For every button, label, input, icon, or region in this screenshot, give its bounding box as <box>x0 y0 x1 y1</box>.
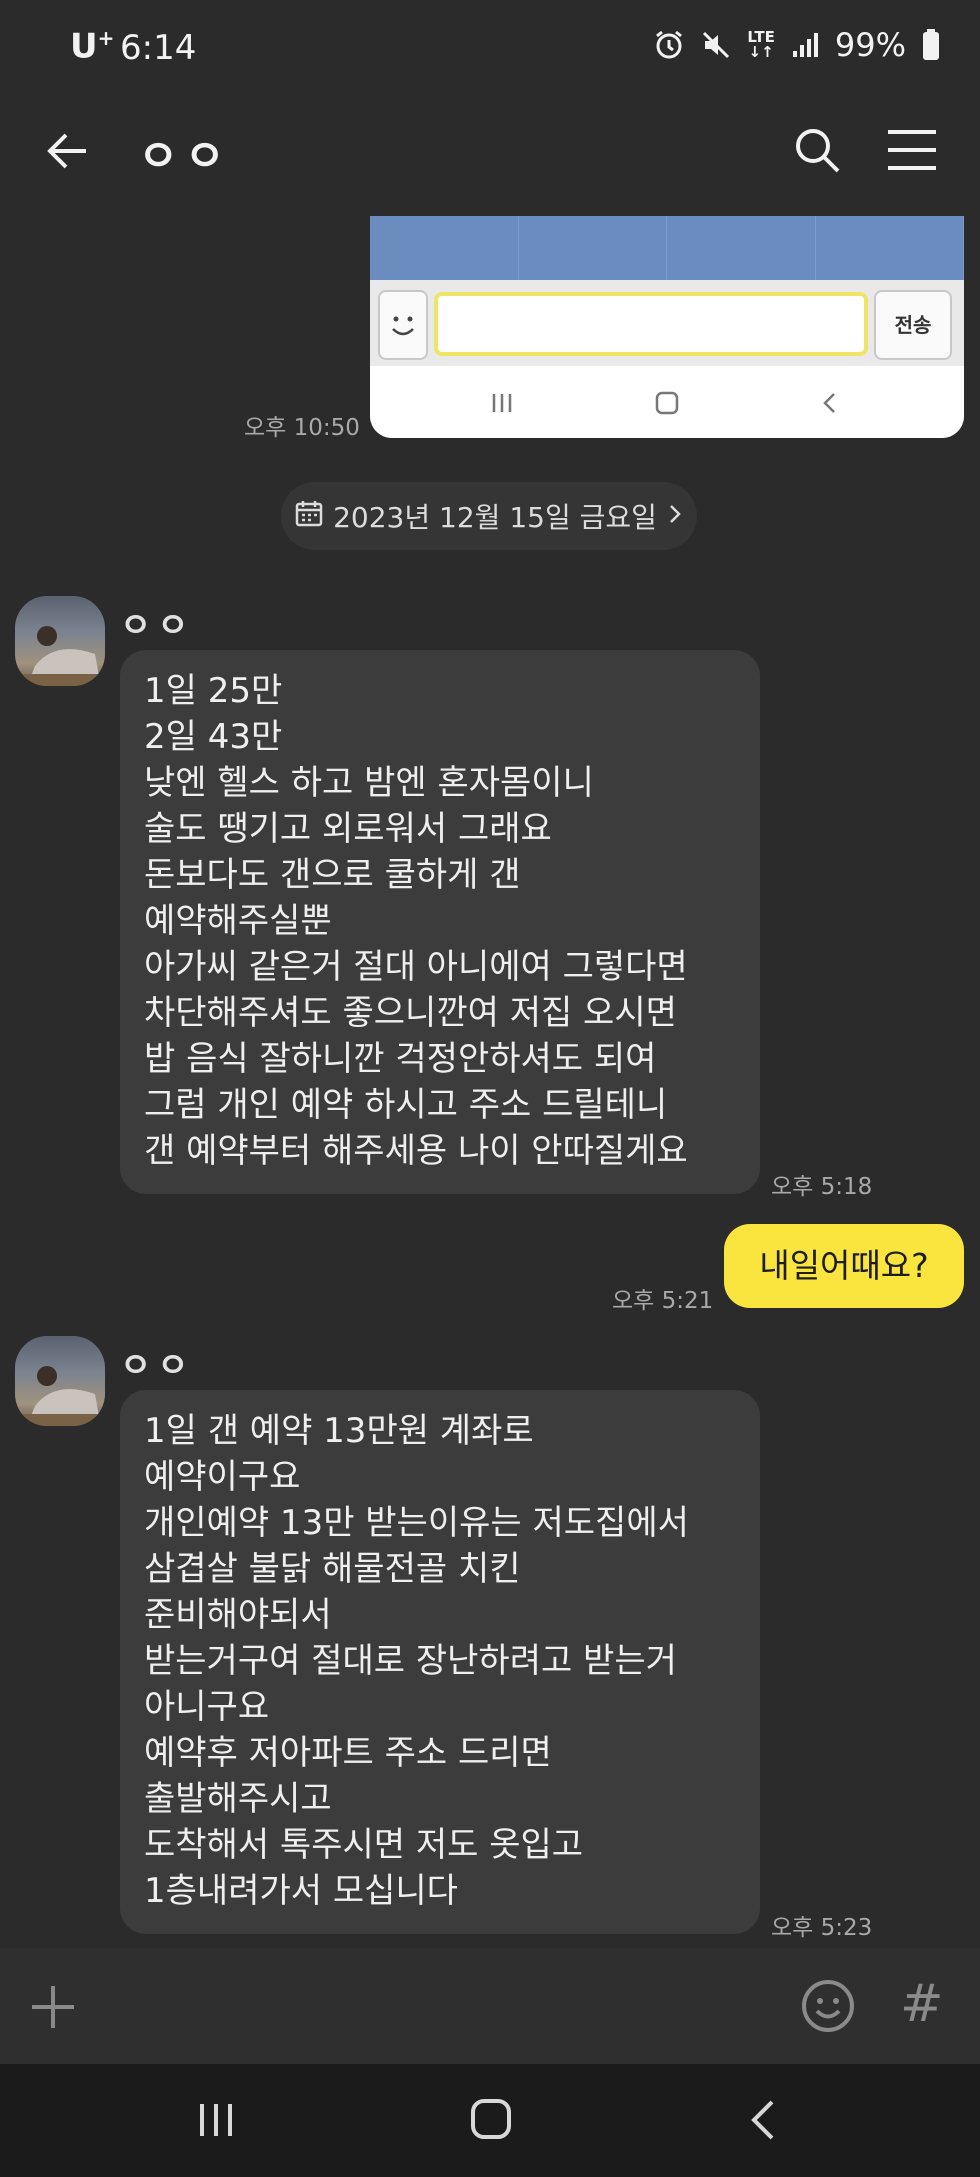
system-nav-bar <box>0 2064 980 2177</box>
message-line: 예약해주실뿐 <box>144 901 332 941</box>
image-nav-bar <box>370 366 964 438</box>
outgoing-message-bubble[interactable]: 내일어때요? <box>724 1224 964 1308</box>
incoming-message-bubble[interactable]: 1일 25만 2일 43만 낮엔 헬스 하고 밤엔 혼자몸이니 술도 땡기고 외… <box>120 650 760 1194</box>
image-text-field <box>434 292 868 356</box>
avatar[interactable] <box>15 596 105 686</box>
message-line: 돈보다도 갠으로 쿨하게 갠 <box>144 855 521 895</box>
incoming-message-bubble[interactable]: 1일 갠 예약 13만원 계좌로 예약이구요 개인예약 13만 받는이유는 저도… <box>120 1390 760 1934</box>
nav-back-icon[interactable] <box>748 2098 780 2146</box>
message-line: 밥 음식 잘하니깐 걱정안하셔도 되여 <box>144 1039 657 1079</box>
message-line: 차단해주셔도 좋으니깐여 저집 오시면 <box>144 993 677 1033</box>
home-icon[interactable] <box>470 2098 512 2144</box>
message-line: 받는거구여 절대로 장난하려고 받는거 <box>144 1641 677 1681</box>
image-input-bar: 전송 <box>370 280 964 366</box>
message-line: 출발해주시고 <box>144 1779 332 1819</box>
status-icons: LTE ↓↑ 99% <box>653 26 940 64</box>
message-line: 1층내려가서 모십니다 <box>144 1871 458 1911</box>
status-bar: U+ 6:14 LTE ↓↑ 99% <box>0 0 980 90</box>
battery-percent: 99% <box>834 26 906 64</box>
sender-name: ㅇㅇ <box>120 1346 195 1386</box>
message-line: 예약후 저아파트 주소 드리면 <box>144 1733 552 1773</box>
back-arrow-icon[interactable] <box>42 125 94 177</box>
image-send-button: 전송 <box>874 290 952 360</box>
chevron-right-icon <box>667 500 683 533</box>
plus-icon[interactable] <box>30 1984 76 2030</box>
date-label: 2023년 12월 15일 금요일 <box>333 501 657 534</box>
message-line: 아가씨 같은거 절대 아니에여 그렇다면 <box>144 947 688 987</box>
message-line: 낮엔 헬스 하고 밤엔 혼자몸이니 <box>144 763 594 803</box>
message-line: 2일 43만 <box>144 717 283 757</box>
battery-icon <box>922 29 940 61</box>
message-line: 도착해서 톡주시면 저도 옷입고 <box>144 1825 584 1865</box>
chat-title: ㅇㅇ <box>138 131 231 182</box>
message-line: 그럼 개인 예약 하시고 주소 드릴테니 <box>144 1085 668 1125</box>
message-line: 1일 25만 <box>144 671 283 711</box>
image-smile-icon <box>378 290 428 360</box>
hash-icon[interactable]: # <box>900 1974 944 2034</box>
message-composer[interactable]: # <box>0 1948 980 2064</box>
mute-icon <box>701 30 731 60</box>
status-time: 6:14 <box>120 28 197 68</box>
message-timestamp: 오후 10:50 <box>244 415 360 441</box>
carrier-label: U+ <box>70 26 115 67</box>
message-timestamp: 오후 5:18 <box>771 1174 873 1200</box>
date-divider[interactable]: 2023년 12월 15일 금요일 <box>281 482 697 550</box>
message-line: 예약이구요 <box>144 1457 301 1497</box>
recent-apps-icon[interactable] <box>196 2100 236 2144</box>
message-line: 술도 땡기고 외로워서 그래요 <box>144 809 552 849</box>
message-line: 갠 예약부터 해주세용 나이 안따질게요 <box>144 1131 688 1171</box>
sender-name: ㅇㅇ <box>120 606 195 646</box>
hamburger-menu-icon[interactable] <box>886 128 938 172</box>
network-type: LTE ↓↑ <box>747 28 775 61</box>
search-icon[interactable] <box>792 125 842 175</box>
message-line: 개인예약 13만 받는이유는 저도집에서 <box>144 1503 689 1543</box>
message-line: 1일 갠 예약 13만원 계좌로 <box>144 1411 534 1451</box>
message-line: 준비해야되서 <box>144 1595 332 1635</box>
message-line: 삼겹살 불닭 해물전골 치킨 <box>144 1549 521 1589</box>
app-bar: ㅇㅇ <box>0 90 980 210</box>
message-timestamp: 오후 5:23 <box>771 1915 873 1941</box>
image-header-band <box>370 216 964 280</box>
calendar-icon <box>295 499 323 534</box>
message-timestamp: 오후 5:21 <box>612 1288 714 1314</box>
emoji-icon[interactable] <box>800 1978 856 2034</box>
message-line: 아니구요 <box>144 1687 270 1727</box>
avatar[interactable] <box>15 1336 105 1426</box>
alarm-icon <box>653 29 685 61</box>
shared-image[interactable]: 전송 <box>370 216 964 438</box>
signal-icon <box>791 31 819 59</box>
